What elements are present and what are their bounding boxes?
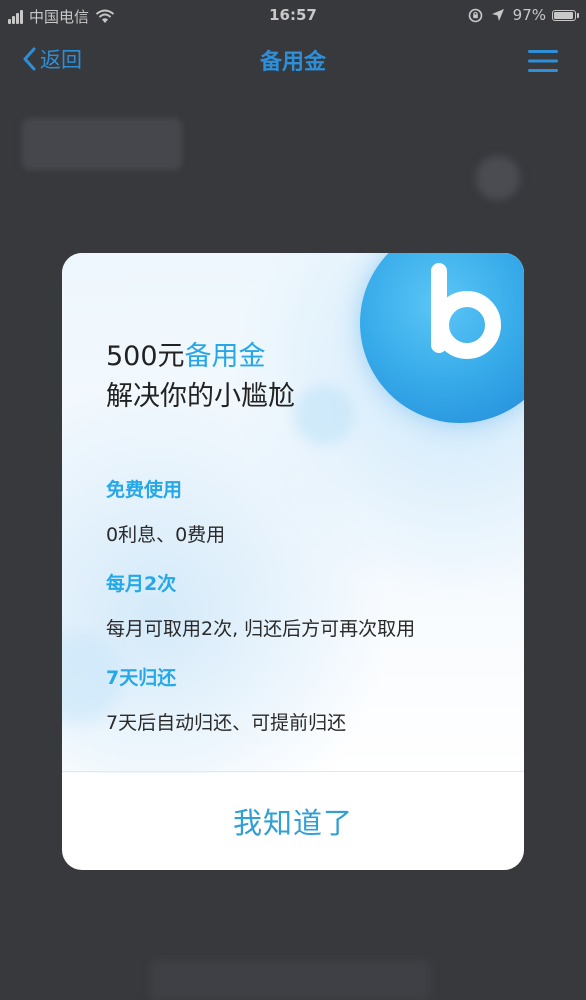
feature-return: 7天归还 7天后自动归还、可提前归还 [106,663,346,735]
status-bar: 中国电信 16:57 97% [0,0,586,32]
feature-title: 7天归还 [106,667,177,689]
nav-bar: 返回 备用金 [0,32,586,88]
menu-icon[interactable] [528,50,558,72]
status-right: 97% [468,6,579,24]
modal-headline: 500元备用金 解决你的小尴尬 [106,337,295,417]
background-footer [150,960,430,1000]
headline-accent: 备用金 [184,341,266,372]
feature-free: 免费使用 0利息、0费用 [106,475,225,547]
orientation-lock-icon [468,8,482,22]
feature-title: 免费使用 [106,479,183,501]
feature-desc: 0利息、0费用 [106,524,226,546]
background-circle [476,156,520,200]
feature-monthly: 每月2次 每月可取用2次, 归还后方可再次取用 [106,569,415,641]
headline-line1: 500元备用金 [106,337,295,377]
battery-percent: 97% [512,6,546,24]
battery-level [554,11,574,19]
feature-desc: 每月可取用2次, 归还后方可再次取用 [106,618,416,640]
page-title: 备用金 [259,50,326,75]
feature-title: 每月2次 [106,573,177,595]
feature-desc: 7天后自动归还、可提前归还 [106,712,347,734]
got-it-button[interactable]: 我知道了 [62,772,524,870]
decorative-bubble [294,385,354,445]
info-modal: 500元备用金 解决你的小尴尬 免费使用 0利息、0费用 每月2次 每月可取用2… [62,253,524,870]
battery-icon [552,9,579,21]
location-icon [491,9,504,21]
b-logo-icon [431,263,501,359]
background-card [22,118,182,170]
headline-amount: 500元 [106,341,185,372]
headline-line2: 解决你的小尴尬 [106,381,295,412]
